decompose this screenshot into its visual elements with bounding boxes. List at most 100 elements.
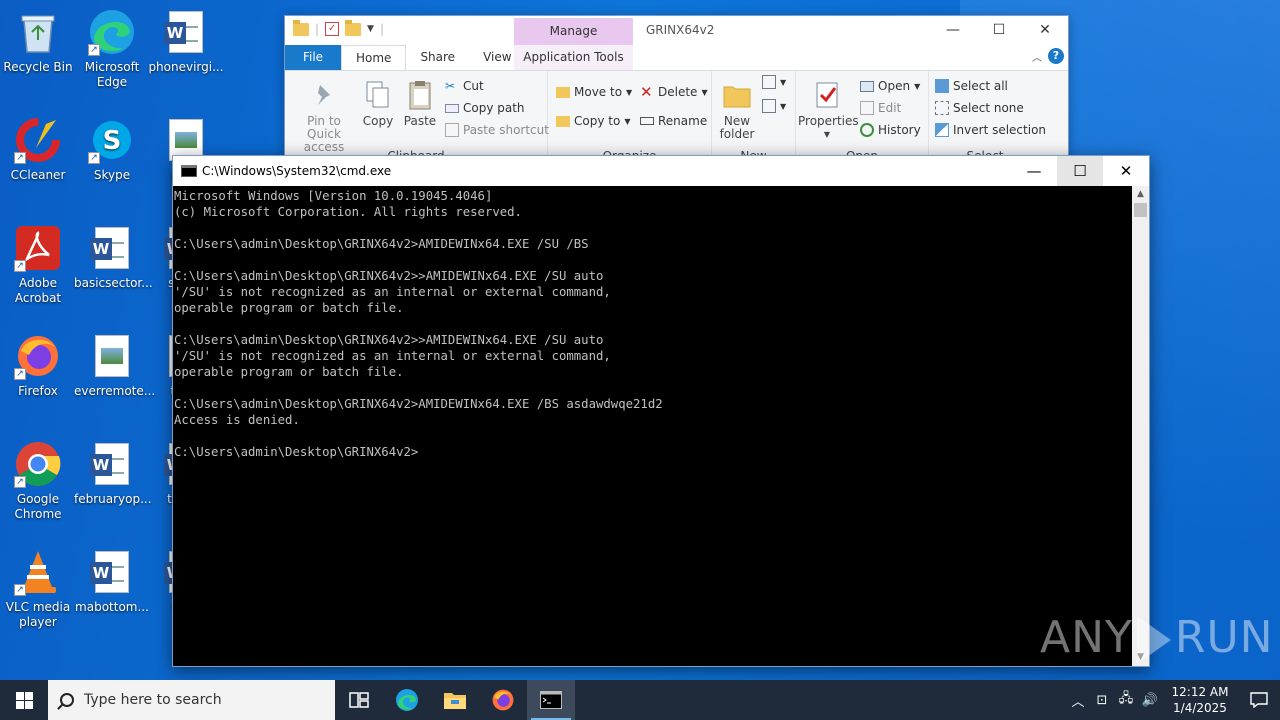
taskbar-firefox[interactable]: [479, 680, 527, 720]
desktop-icon-label: Google Chrome: [14, 492, 62, 521]
taskbar-file-explorer[interactable]: [431, 680, 479, 720]
copy-path-button[interactable]: Copy path: [445, 101, 525, 115]
word-document-icon: W: [88, 548, 136, 596]
taskbar-search-box[interactable]: Type here to search: [48, 680, 335, 720]
pin-to-quick-access-button[interactable]: Pin to Quick access: [291, 79, 357, 154]
select-all-button[interactable]: Select all: [935, 79, 1008, 93]
desktop-icon-skype[interactable]: S ↗ Skype: [74, 116, 150, 183]
tab-share[interactable]: Share: [406, 45, 469, 70]
taskbar-clock[interactable]: 12:12 AM 1/4/2025: [1162, 684, 1238, 716]
console-output[interactable]: Microsoft Windows [Version 10.0.19045.40…: [173, 186, 1133, 666]
paste-shortcut-icon: [445, 123, 459, 137]
help-icon[interactable]: ?: [1048, 48, 1064, 64]
copy-to-button[interactable]: Copy to ▼: [556, 114, 630, 128]
maximize-icon[interactable]: ☐: [1057, 156, 1103, 186]
desktop-icon-microsoft-edge[interactable]: ↗ Microsoft Edge: [74, 8, 150, 90]
separator: |: [379, 22, 385, 36]
edit-button[interactable]: Edit: [860, 101, 901, 115]
explorer-window-controls: — ☐ ✕: [930, 16, 1068, 45]
desktop-icon-mabottom[interactable]: W mabottom...: [74, 548, 150, 615]
tab-manage[interactable]: Manage: [514, 18, 633, 45]
file-explorer-window[interactable]: | ✓ ▼ | Manage GRINX64v2 — ☐ ✕ File Home…: [284, 15, 1069, 167]
rename-button[interactable]: Rename: [640, 114, 707, 128]
copy-button[interactable]: Copy: [359, 79, 397, 128]
paste-button[interactable]: Paste: [401, 79, 439, 128]
chevron-up-icon[interactable]: ︿: [1066, 691, 1090, 710]
tab-file[interactable]: File: [285, 45, 341, 70]
desktop-icon-label: mabottom...: [75, 600, 149, 614]
new-folder-icon[interactable]: [345, 19, 362, 36]
move-folder-icon: [556, 86, 570, 98]
cmd-window[interactable]: C:\Windows\System32\cmd.exe — ☐ ✕ Micros…: [172, 155, 1150, 667]
cmd-icon: [181, 165, 197, 177]
console-line: '/SU' is not recognized as an internal o…: [174, 349, 611, 363]
desktop-icon-basicsector[interactable]: W basicsector...: [74, 224, 153, 291]
system-tray: ︿ ⊡ 🖧 🔊 12:12 AM 1/4/2025: [1066, 680, 1280, 720]
task-view-button[interactable]: [335, 680, 383, 720]
group-organize: Move to▼ Copy to▼ ✕Delete▼ Rename Organi…: [548, 71, 712, 167]
desktop-icon-label: VLC media player: [5, 600, 71, 629]
network-adapter-icon[interactable]: ⊡: [1090, 693, 1114, 708]
copy-folder-icon: [556, 115, 570, 127]
minimize-icon[interactable]: —: [1011, 156, 1057, 186]
tab-home[interactable]: Home: [341, 45, 407, 70]
search-placeholder: Type here to search: [84, 692, 222, 708]
network-icon[interactable]: 🖧: [1114, 689, 1138, 711]
shortcut-arrow-icon: ↗: [88, 44, 100, 56]
move-to-button[interactable]: Move to ▼: [556, 85, 632, 99]
play-logo-icon: [1136, 616, 1171, 664]
desktop-icon-vlc[interactable]: ↗ VLC media player: [0, 548, 76, 630]
console-line: (c) Microsoft Corporation. All rights re…: [174, 205, 522, 219]
desktop-icon-label: Firefox: [18, 384, 58, 398]
copy-path-icon: [445, 103, 459, 113]
tab-application-tools[interactable]: Application Tools: [514, 45, 633, 70]
desktop-icon-firefox[interactable]: ↗ Firefox: [0, 332, 76, 399]
taskbar-edge[interactable]: [383, 680, 431, 720]
chevron-up-icon[interactable]: ︿: [1032, 49, 1042, 64]
open-button[interactable]: Open ▼: [860, 79, 920, 93]
properties-check-icon[interactable]: ✓: [325, 22, 340, 36]
delete-button[interactable]: ✕ Delete ▼: [640, 85, 708, 100]
paste-shortcut-button[interactable]: Paste shortcut: [445, 123, 549, 137]
close-icon[interactable]: ✕: [1103, 156, 1149, 186]
history-button[interactable]: History: [860, 123, 921, 137]
scissors-icon: ✂: [445, 79, 456, 93]
notification-center-button[interactable]: [1238, 680, 1280, 720]
properties-button[interactable]: Properties ▼: [798, 79, 859, 141]
clock-time: 12:12 AM: [1171, 685, 1229, 699]
shortcut-arrow-icon: ↗: [14, 368, 26, 380]
start-button[interactable]: [0, 680, 48, 720]
taskbar-cmd[interactable]: [527, 680, 575, 720]
group-open: Properties ▼ Open▼ Edit History Open: [796, 71, 929, 167]
select-none-button[interactable]: Select none: [935, 101, 1024, 115]
minimize-icon[interactable]: —: [930, 16, 976, 45]
desktop-icon-adobe-acrobat[interactable]: ↗ Adobe Acrobat: [0, 224, 76, 306]
desktop-icon-ccleaner[interactable]: ↗ CCleaner: [0, 116, 76, 183]
taskbar: Type here to search ︿ ⊡ 🖧 🔊 12:12 AM 1/4…: [0, 680, 1280, 720]
cut-button[interactable]: ✂ Cut: [445, 79, 484, 93]
volume-icon[interactable]: 🔊: [1138, 693, 1162, 708]
desktop-icon-recycle-bin[interactable]: Recycle Bin: [0, 8, 76, 75]
desktop-icon-everremote[interactable]: everremote...: [74, 332, 155, 399]
scroll-up-icon[interactable]: ▲: [1132, 186, 1149, 203]
desktop-icon-februaryop[interactable]: W februaryop...: [74, 440, 152, 507]
explorer-title-bar[interactable]: | ✓ ▼ | Manage GRINX64v2 — ☐ ✕: [285, 16, 1068, 45]
scroll-thumb[interactable]: [1134, 203, 1147, 217]
cmd-icon: [540, 691, 562, 709]
invert-selection-button[interactable]: Invert selection: [935, 123, 1046, 137]
easy-access-button[interactable]: ▼: [762, 99, 786, 113]
desktop-icon-google-chrome[interactable]: ↗ Google Chrome: [0, 440, 76, 522]
maximize-icon[interactable]: ☐: [976, 16, 1022, 45]
desktop-icon-phonevirgi[interactable]: W phonevirgi...: [148, 8, 224, 75]
console-line: Access is denied.: [174, 413, 300, 427]
cmd-title-bar[interactable]: C:\Windows\System32\cmd.exe — ☐ ✕: [173, 156, 1149, 186]
close-icon[interactable]: ✕: [1022, 16, 1068, 45]
chevron-down-icon[interactable]: ▼: [367, 24, 374, 34]
explorer-window-title: GRINX64v2: [646, 23, 715, 37]
task-view-icon: [349, 692, 369, 708]
console-scrollbar[interactable]: ▲ ▼: [1132, 186, 1149, 666]
new-item-button[interactable]: ▼: [762, 75, 786, 89]
new-folder-button[interactable]: New folder: [716, 79, 758, 141]
new-folder-icon: [721, 79, 753, 111]
